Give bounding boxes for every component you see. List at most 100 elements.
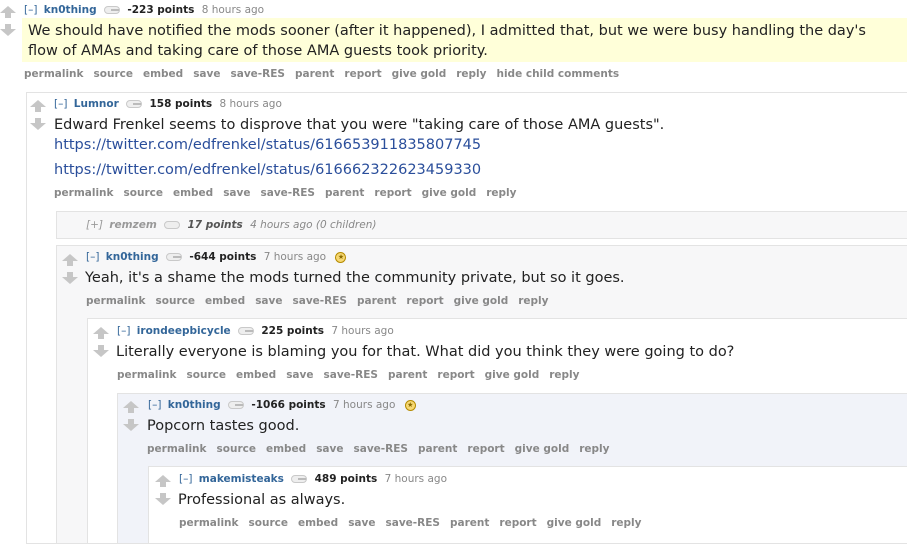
save-link[interactable]: save — [193, 68, 220, 80]
report-link[interactable]: report — [437, 369, 474, 381]
res-tag-icon[interactable] — [104, 6, 120, 14]
comment-text: Literally everyone is blaming you for th… — [116, 344, 735, 360]
comment-author[interactable]: makemisteaks — [199, 473, 284, 485]
downvote-arrow-icon[interactable] — [155, 493, 171, 505]
res-tag-icon[interactable] — [126, 100, 143, 108]
permalink-link[interactable]: permalink — [147, 443, 207, 455]
report-link[interactable]: report — [499, 517, 536, 529]
parent-link[interactable]: parent — [418, 443, 457, 455]
comment-author[interactable]: Lumnor — [74, 98, 119, 110]
upvote-arrow-icon[interactable] — [93, 327, 109, 339]
save-res-link[interactable]: save-RES — [386, 517, 440, 529]
collapse-toggle[interactable]: [–] — [179, 473, 192, 485]
comment-author[interactable]: kn0thing — [44, 4, 97, 16]
save-res-link[interactable]: save-RES — [324, 369, 378, 381]
reply-link[interactable]: reply — [549, 369, 579, 381]
comment-author[interactable]: irondeepbicycle — [137, 325, 231, 337]
give-gold-link[interactable]: give gold — [515, 443, 570, 455]
embed-link[interactable]: embed — [173, 187, 213, 199]
source-link[interactable]: source — [249, 517, 288, 529]
comment-author[interactable]: kn0thing — [106, 251, 159, 263]
reply-link[interactable]: reply — [579, 443, 609, 455]
source-link[interactable]: source — [94, 68, 133, 80]
permalink-link[interactable]: permalink — [86, 295, 146, 307]
upvote-arrow-icon[interactable] — [62, 254, 78, 266]
gilded-icon: ★ — [404, 399, 416, 411]
res-tag-icon[interactable] — [164, 221, 181, 229]
collapse-toggle[interactable]: [–] — [54, 98, 67, 110]
parent-link[interactable]: parent — [325, 187, 364, 199]
save-link[interactable]: save — [348, 517, 375, 529]
comment-actions: permalink source embed save save-RES parent re… — [179, 517, 651, 529]
save-res-link[interactable]: save-RES — [261, 187, 315, 199]
reply-link[interactable]: reply — [456, 68, 486, 80]
save-link[interactable]: save — [223, 187, 250, 199]
collapse-toggle[interactable]: [–] — [86, 251, 99, 263]
comment-actions: permalink source embed save save-RES parent re… — [54, 187, 526, 199]
comment-author[interactable]: kn0thing — [168, 399, 221, 411]
downvote-arrow-icon[interactable] — [30, 118, 46, 130]
give-gold-link[interactable]: give gold — [547, 517, 602, 529]
comment-author[interactable]: remzem — [109, 219, 156, 231]
parent-link[interactable]: parent — [450, 517, 489, 529]
upvote-arrow-icon[interactable] — [30, 100, 46, 112]
save-res-link[interactable]: save-RES — [231, 68, 285, 80]
comment-score: 225 points — [261, 325, 325, 337]
source-link[interactable]: source — [156, 295, 195, 307]
res-tag-icon[interactable] — [238, 327, 255, 335]
collapse-toggle[interactable]: [–] — [117, 325, 130, 337]
vote-column — [30, 100, 48, 136]
embed-link[interactable]: embed — [298, 517, 338, 529]
comment-tagline: [–] kn0thing -1066 points 7 hours ago ★ — [148, 398, 416, 412]
report-link[interactable]: report — [374, 187, 411, 199]
downvote-arrow-icon[interactable] — [123, 419, 139, 431]
upvote-arrow-icon[interactable] — [123, 401, 139, 413]
report-link[interactable]: report — [344, 68, 381, 80]
tweet-link-1[interactable]: https://twitter.com/edfrenkel/status/616… — [54, 135, 874, 155]
downvote-arrow-icon[interactable] — [93, 345, 109, 357]
give-gold-link[interactable]: give gold — [485, 369, 540, 381]
permalink-link[interactable]: permalink — [117, 369, 177, 381]
source-link[interactable]: source — [187, 369, 226, 381]
save-link[interactable]: save — [255, 295, 282, 307]
reply-link[interactable]: reply — [486, 187, 516, 199]
embed-link[interactable]: embed — [143, 68, 183, 80]
parent-link[interactable]: parent — [357, 295, 396, 307]
embed-link[interactable]: embed — [236, 369, 276, 381]
save-res-link[interactable]: save-RES — [354, 443, 408, 455]
source-link[interactable]: source — [124, 187, 163, 199]
reply-link[interactable]: reply — [611, 517, 641, 529]
permalink-link[interactable]: permalink — [179, 517, 239, 529]
report-link[interactable]: report — [467, 443, 504, 455]
permalink-link[interactable]: permalink — [54, 187, 114, 199]
hide-child-comments-link[interactable]: hide child comments — [496, 68, 619, 80]
report-link[interactable]: report — [406, 295, 443, 307]
give-gold-link[interactable]: give gold — [392, 68, 447, 80]
give-gold-link[interactable]: give gold — [454, 295, 509, 307]
res-tag-icon[interactable] — [291, 475, 308, 483]
parent-link[interactable]: parent — [388, 369, 427, 381]
embed-link[interactable]: embed — [205, 295, 245, 307]
save-link[interactable]: save — [316, 443, 343, 455]
save-link[interactable]: save — [286, 369, 313, 381]
reply-link[interactable]: reply — [518, 295, 548, 307]
parent-link[interactable]: parent — [295, 68, 334, 80]
downvote-arrow-icon[interactable] — [0, 24, 16, 36]
comment-time: 4 hours ago — [250, 219, 313, 231]
source-link[interactable]: source — [217, 443, 256, 455]
expand-toggle[interactable]: [+] — [86, 219, 103, 231]
save-res-link[interactable]: save-RES — [293, 295, 347, 307]
collapse-toggle[interactable]: [–] — [24, 4, 37, 16]
downvote-arrow-icon[interactable] — [62, 272, 78, 284]
upvote-arrow-icon[interactable] — [0, 6, 16, 18]
give-gold-link[interactable]: give gold — [422, 187, 477, 199]
comment-text: Edward Frenkel seems to disprove that yo… — [54, 117, 665, 133]
tweet-link-2[interactable]: https://twitter.com/edfrenkel/status/616… — [54, 160, 874, 180]
comment-actions: permalink source embed save save-RES parent re… — [117, 369, 589, 381]
upvote-arrow-icon[interactable] — [155, 475, 171, 487]
embed-link[interactable]: embed — [266, 443, 306, 455]
res-tag-icon[interactable] — [166, 253, 182, 261]
res-tag-icon[interactable] — [228, 401, 244, 409]
collapse-toggle[interactable]: [–] — [148, 399, 161, 411]
permalink-link[interactable]: permalink — [24, 68, 84, 80]
